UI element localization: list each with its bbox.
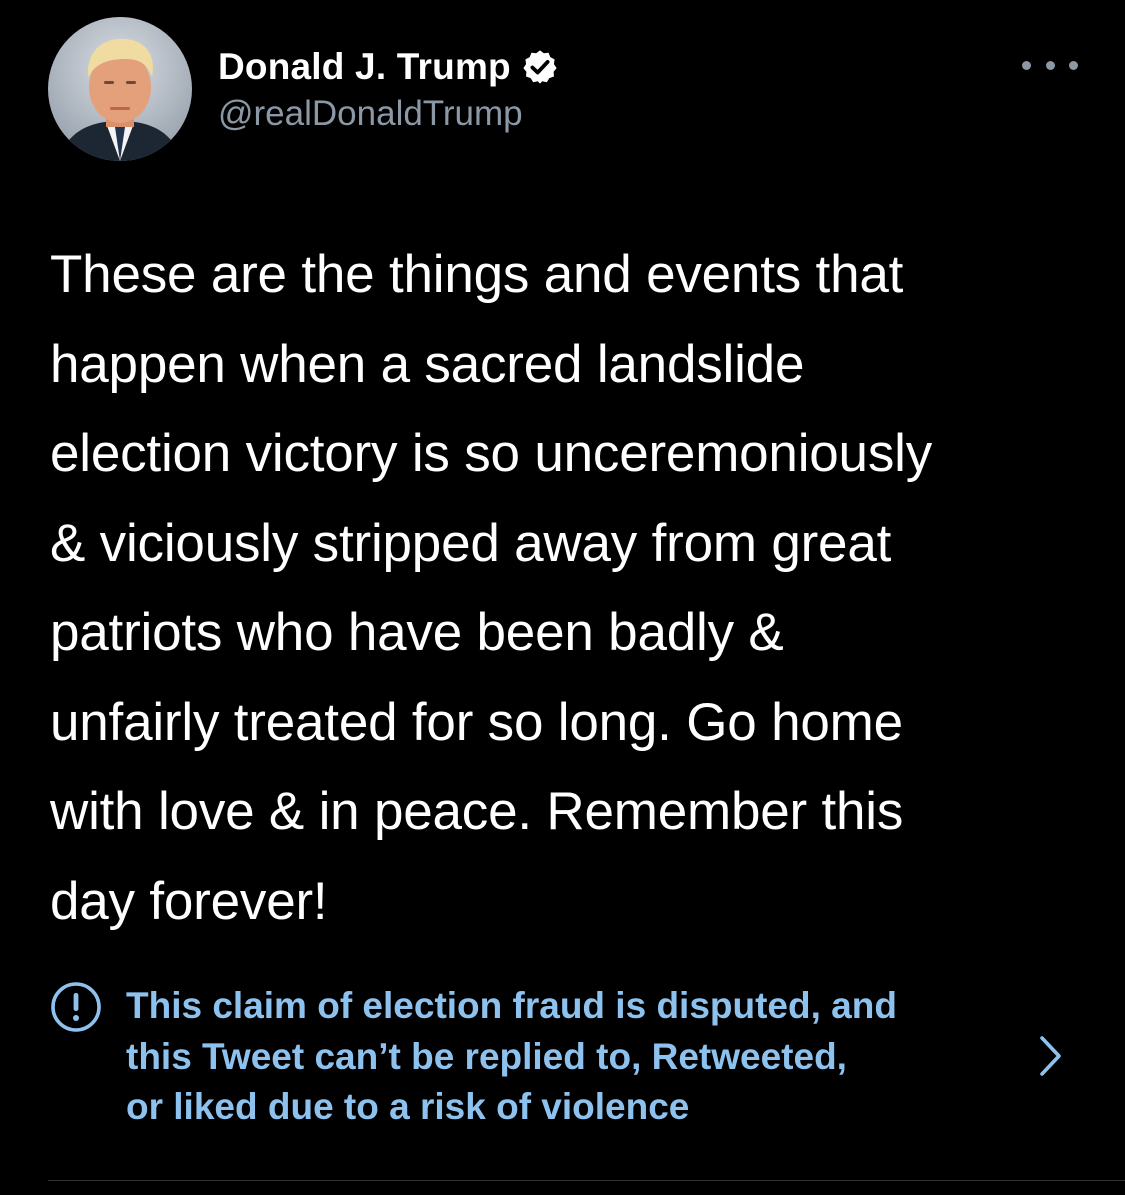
user-handle[interactable]: @realDonaldTrump: [218, 94, 523, 134]
profile-photo-icon: [48, 17, 192, 161]
verified-badge-icon: [521, 48, 559, 86]
more-dot: [1022, 60, 1031, 70]
avatar[interactable]: [48, 17, 192, 161]
display-name[interactable]: Donald J. Trump: [218, 46, 511, 88]
more-options-icon[interactable]: [1022, 50, 1078, 80]
divider: [48, 1180, 1125, 1181]
more-dot: [1045, 60, 1055, 70]
exclamation-circle-icon: [50, 981, 102, 1033]
tweet-text: These are the things and events that hap…: [50, 245, 933, 931]
election-fraud-notice[interactable]: This claim of election fraud is disputed…: [48, 978, 1078, 1128]
author-name-row[interactable]: Donald J. Trump: [218, 40, 559, 94]
notice-text: This claim of election fraud is disputed…: [126, 985, 897, 1127]
chevron-right-icon[interactable]: [1038, 1034, 1064, 1078]
tweet-detail: Donald J. Trump @realDonaldTrump These a…: [0, 0, 1125, 1195]
more-dot: [1069, 60, 1078, 70]
